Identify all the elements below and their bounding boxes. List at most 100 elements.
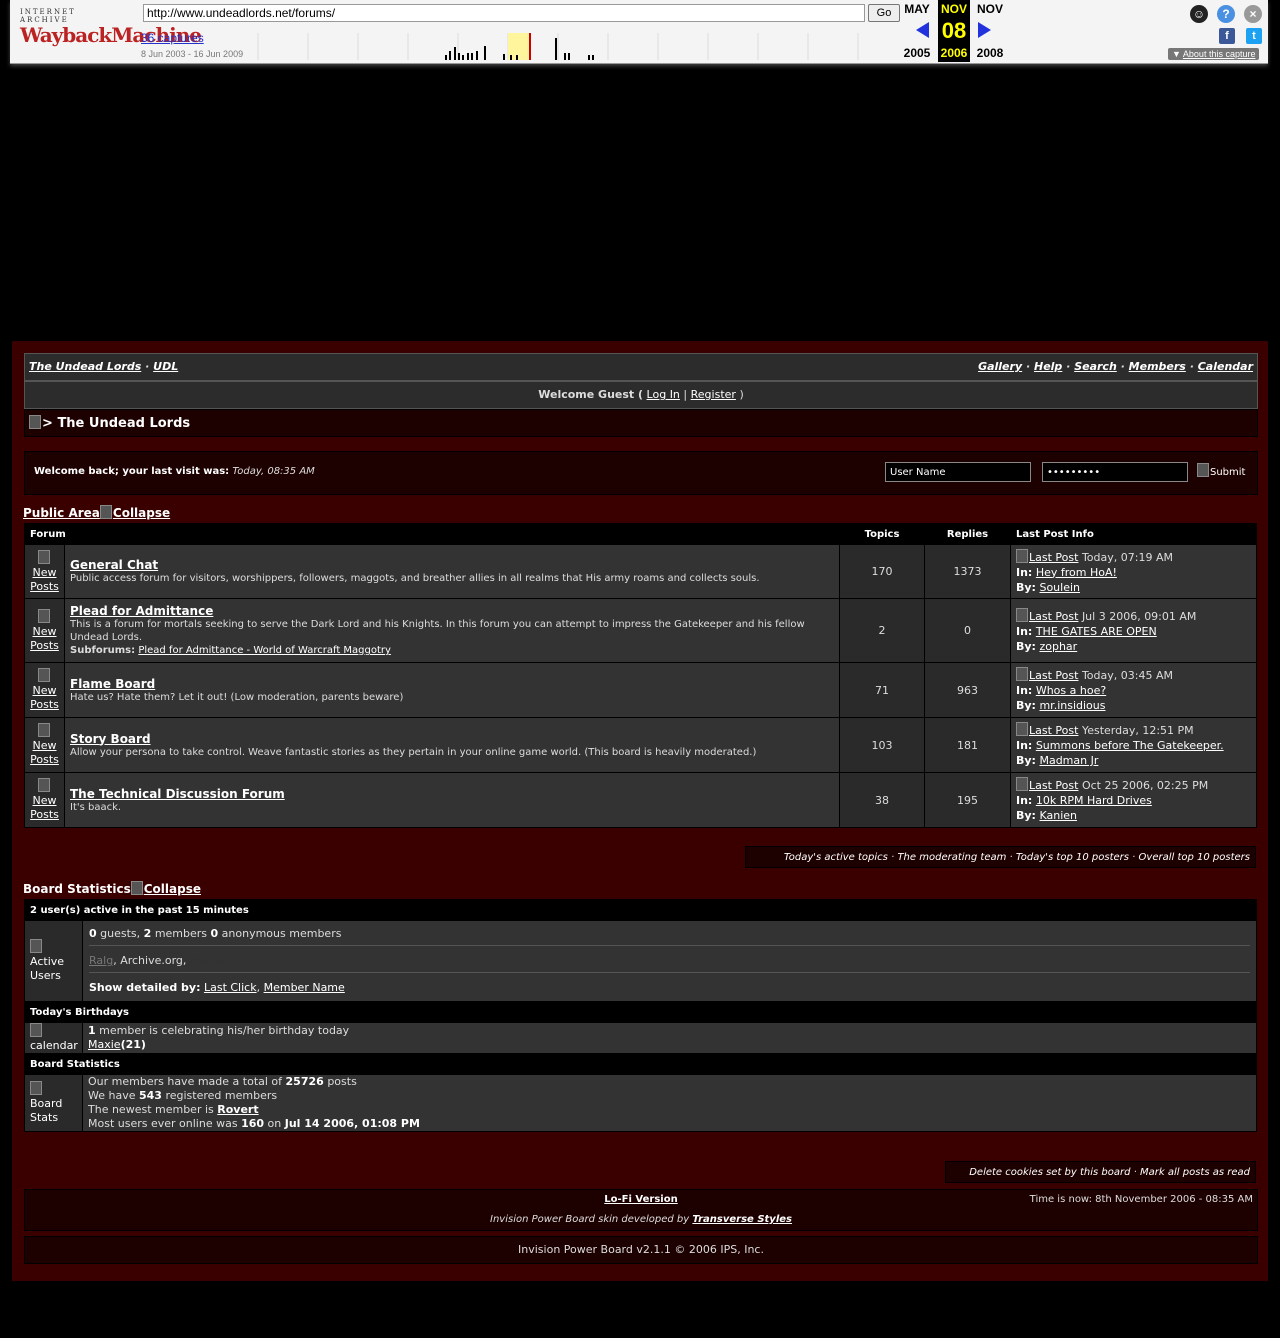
last-post-author-link[interactable]: zophar — [1039, 640, 1077, 653]
last-post-link[interactable]: Last Post — [1016, 722, 1078, 737]
last-post-author-link[interactable]: mr.insidious — [1039, 699, 1105, 712]
prev-capture-arrow-icon[interactable] — [916, 22, 929, 38]
new-posts-alt-1: New — [32, 739, 57, 752]
next-capture-arrow-icon[interactable] — [978, 22, 991, 38]
skin-credit-link[interactable]: Transverse Styles — [692, 1214, 792, 1225]
account-icon[interactable]: ☺ — [1190, 5, 1208, 23]
calendar-link[interactable]: Calendar — [1198, 360, 1253, 373]
next-month: NOV — [976, 2, 1003, 16]
birthday-text: member is celebrating his/her birthday t… — [99, 1024, 350, 1037]
last-post-info: Last Post Yesterday, 12:51 PM In: Summon… — [1010, 717, 1257, 773]
last-post-topic-link[interactable]: Hey from HoA! — [1036, 566, 1117, 579]
members-link[interactable]: Members — [1129, 360, 1186, 373]
newest-member-link[interactable]: Rovert — [217, 1103, 258, 1116]
last-post-link[interactable]: Last Post — [1016, 777, 1078, 792]
reg-suffix: registered members — [165, 1089, 278, 1102]
new-posts-icon[interactable]: New Posts — [24, 772, 65, 828]
skin-credit: Invision Power Board skin developed by T… — [25, 1214, 1257, 1225]
mark-read-link[interactable]: Mark all posts as read — [1140, 1167, 1250, 1178]
topics-count: 38 — [839, 772, 925, 828]
new-posts-image-icon — [38, 549, 50, 564]
new-posts-icon[interactable]: New Posts — [24, 662, 65, 718]
help-icon[interactable]: ? — [1217, 5, 1235, 23]
forum-title-link[interactable]: General Chat — [70, 558, 158, 572]
last-post-topic-link[interactable]: THE GATES ARE OPEN — [1036, 625, 1157, 638]
board-stats-collapse-button[interactable]: Collapse — [130, 881, 201, 896]
board-stats-alt-2: Stats — [30, 1111, 59, 1124]
new-posts-alt-2: Posts — [30, 698, 59, 711]
captures-sparkline[interactable] — [248, 33, 898, 60]
top-today-link[interactable]: Today's top 10 posters — [1016, 852, 1129, 863]
active-user-link[interactable]: Ralg — [89, 954, 113, 967]
top-menu: Gallery · Help · Search · Members · Cale… — [978, 360, 1253, 373]
in-label: In: — [1016, 624, 1033, 638]
member-name-link[interactable]: Member Name — [264, 981, 345, 994]
password-input[interactable] — [1042, 462, 1188, 482]
new-posts-icon[interactable]: New Posts — [24, 717, 65, 773]
login-link[interactable]: Log In — [647, 388, 680, 401]
active-topics-link[interactable]: Today's active topics — [784, 852, 888, 863]
new-posts-icon[interactable]: New Posts — [24, 544, 65, 599]
detail-label: Show detailed by: — [89, 981, 201, 994]
delete-cookies-link[interactable]: Delete cookies set by this board — [969, 1167, 1130, 1178]
facebook-icon[interactable]: f — [1219, 28, 1235, 44]
forum-title-link[interactable]: Plead for Admittance — [70, 604, 213, 618]
calendar-image-icon — [30, 1023, 42, 1037]
public-area-link[interactable]: Public Area — [23, 506, 100, 520]
help-link[interactable]: Help — [1034, 360, 1062, 373]
lofi-link[interactable]: Lo-Fi Version — [604, 1194, 677, 1205]
birthdays-header: Today's Birthdays — [24, 1001, 1257, 1023]
about-capture-link[interactable]: ▼ About this capture — [1168, 48, 1260, 60]
last-post-link[interactable]: Last Post — [1016, 548, 1078, 564]
last-post-author-link[interactable]: Madman Jr — [1039, 754, 1098, 767]
url-input[interactable]: http://www.undeadlords.net/forums/ — [143, 4, 865, 22]
wayback-logo[interactable]: INTERNET ARCHIVE WaybackMachine — [20, 8, 202, 50]
captures-link[interactable]: 36 captures — [141, 31, 204, 45]
new-posts-alt-1: New — [32, 684, 57, 697]
last-post-topic-link[interactable]: Summons before The Gatekeeper. — [1036, 739, 1224, 752]
topics-count: 2 — [839, 598, 925, 663]
forum-title-link[interactable]: Story Board — [70, 732, 151, 746]
last-post-author-link[interactable]: Soulein — [1039, 581, 1080, 594]
username-input[interactable] — [885, 462, 1031, 482]
breadcrumb-site-link[interactable]: The Undead Lords — [29, 360, 141, 373]
most-date: Jul 14 2006, 01:08 PM — [284, 1117, 420, 1130]
last-post-info: Last Post Today, 07:19 AM In: Hey from H… — [1010, 544, 1257, 599]
stats-row: Board Stats Our members have made a total… — [24, 1074, 1257, 1132]
wayback-toolbar: INTERNET ARCHIVE WaybackMachine http://w… — [10, 0, 1268, 64]
board-stats-title-text: Board Statistics — [23, 882, 131, 896]
subforum-link[interactable]: Plead for Admittance - World of Warcraft… — [138, 645, 391, 656]
new-posts-alt-2: Posts — [30, 579, 59, 593]
search-link[interactable]: Search — [1074, 360, 1117, 373]
stats-info: Our members have made a total of 25726 p… — [82, 1074, 1257, 1132]
active-users-header: 2 user(s) active in the past 15 minutes — [24, 899, 1257, 921]
active-user-link[interactable]: zophar — [190, 954, 228, 967]
menu-sep: · — [1120, 360, 1125, 373]
forum-title-link[interactable]: The Technical Discussion Forum — [70, 787, 285, 801]
forum-title-link[interactable]: Flame Board — [70, 677, 155, 691]
last-post-topic-link[interactable]: Whos a hoe? — [1036, 684, 1106, 697]
board-stats-icon: Board Stats — [24, 1074, 83, 1132]
twitter-icon[interactable]: t — [1246, 28, 1262, 44]
close-icon[interactable]: × — [1244, 5, 1262, 23]
public-area-collapse-button[interactable]: Collapse — [99, 505, 170, 520]
submit-button[interactable]: Submit — [1197, 463, 1245, 478]
register-link[interactable]: Register — [691, 388, 736, 401]
last-post-image-icon — [1016, 548, 1028, 563]
breadcrumb-section-link[interactable]: UDL — [153, 360, 178, 373]
new-posts-icon[interactable]: New Posts — [24, 598, 65, 663]
gallery-link[interactable]: Gallery — [978, 360, 1022, 373]
birthday-user-link[interactable]: Maxie — [88, 1038, 121, 1051]
last-post-link[interactable]: Last Post — [1016, 607, 1078, 623]
last-click-link[interactable]: Last Click — [204, 981, 257, 994]
last-post-link[interactable]: Last Post — [1016, 667, 1078, 682]
last-post-time: Today, 03:45 AM — [1081, 669, 1173, 682]
go-button[interactable]: Go — [868, 4, 900, 22]
logo-wayback-machine: WaybackMachine — [20, 23, 202, 47]
last-post-author-link[interactable]: Kanien — [1039, 809, 1077, 822]
logo-internet-archive: INTERNET ARCHIVE — [20, 8, 76, 24]
last-post-topic-link[interactable]: 10k RPM Hard Drives — [1036, 794, 1152, 807]
moderating-team-link[interactable]: The moderating team — [897, 852, 1006, 863]
top-overall-link[interactable]: Overall top 10 posters — [1139, 852, 1250, 863]
last-post-time: Yesterday, 12:51 PM — [1081, 724, 1194, 737]
